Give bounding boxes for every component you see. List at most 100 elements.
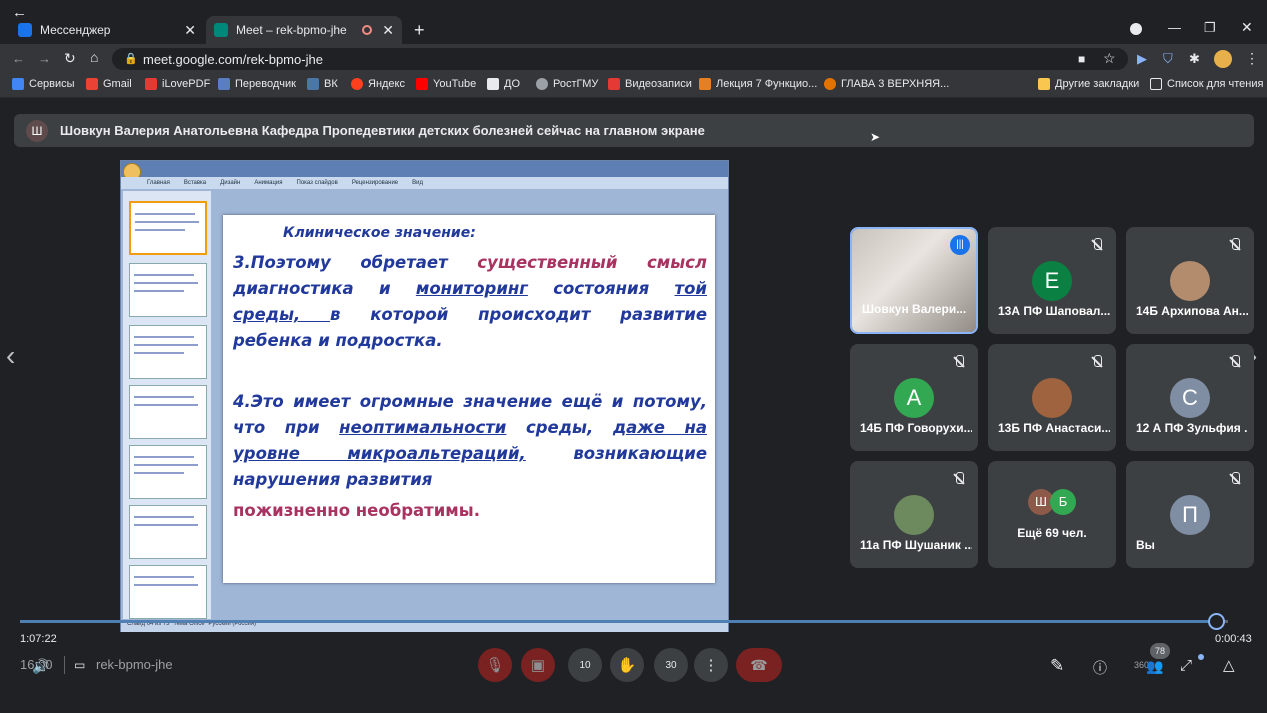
tab-meet[interactable]: Meet – rek-bpmo-jhe ✕	[206, 16, 402, 44]
bookmark-do[interactable]: ДО	[487, 78, 520, 90]
profile-menu-icon[interactable]	[1130, 23, 1142, 35]
participant-avatar: Е	[1032, 261, 1072, 301]
time-remaining: 0:00:43	[1215, 633, 1252, 645]
bookmark-ilovepdf[interactable]: iLovePDF	[145, 78, 210, 90]
participant-tile[interactable]: С 12 А ПФ Зульфия ...	[1126, 344, 1254, 451]
ppt-ribbon: Главная Вставка Дизайн Анимация Показ сл…	[121, 177, 728, 189]
folder-icon	[1038, 78, 1050, 90]
doc-icon	[699, 78, 711, 90]
globe-icon	[536, 78, 548, 90]
raise-hand-button[interactable]: ✋	[610, 648, 644, 682]
more-options-button[interactable]: ⋮	[694, 648, 728, 682]
cross-icon	[824, 78, 836, 90]
notification-dot	[1198, 654, 1204, 660]
close-icon[interactable]: ✕	[184, 22, 196, 39]
extension-play-icon[interactable]: ▶	[1137, 51, 1147, 67]
participant-name: 14Б Архипова Ан...	[1136, 304, 1248, 318]
volume-icon[interactable]: 🔊	[32, 658, 49, 675]
messenger-icon	[18, 23, 32, 37]
yandex-icon	[351, 78, 363, 90]
time-elapsed: 1:07:22	[20, 633, 57, 645]
seek-handle[interactable]	[1208, 613, 1225, 630]
bookmark-yandex[interactable]: Яндекс	[351, 78, 405, 90]
reload-icon[interactable]: ↻	[64, 50, 76, 67]
maximize-icon[interactable]: ❐	[1204, 20, 1216, 36]
slide-content: Клиническое значение: 3.Поэтому обретает…	[223, 215, 715, 583]
speaking-icon: |||	[950, 235, 970, 255]
forward-icon: 30	[665, 659, 677, 671]
end-call-button[interactable]: ☎	[736, 648, 782, 682]
seek-progress	[20, 620, 1216, 623]
camera-icon[interactable]: ■	[1078, 52, 1085, 66]
fullscreen-icon[interactable]: ⤢	[1180, 657, 1192, 674]
forward-icon[interactable]: →	[38, 51, 51, 66]
mic-off-icon	[1226, 353, 1244, 371]
people-icon[interactable]: 👥	[1146, 658, 1163, 675]
bookmark-translator[interactable]: Переводчик	[218, 78, 296, 90]
participant-tile[interactable]: Е 13А ПФ Шаповал...	[988, 227, 1116, 334]
activities-icon[interactable]: △	[1223, 656, 1235, 674]
bookmark-rostgmu[interactable]: РостГМУ	[536, 78, 598, 90]
divider	[64, 656, 65, 674]
participant-name: 13А ПФ Шаповал...	[998, 304, 1110, 318]
self-tile[interactable]: П Вы	[1126, 461, 1254, 568]
bookmark-other[interactable]: Другие закладки	[1038, 78, 1139, 90]
more-participants-label: Ещё 69 чел.	[1017, 526, 1087, 540]
more-participants-tile[interactable]: Ш Б Ещё 69 чел.	[988, 461, 1116, 568]
bookmark-videos[interactable]: Видеозаписи	[608, 78, 692, 90]
check-icon	[487, 78, 499, 90]
phone-icon: ☎	[750, 656, 768, 673]
lock-icon[interactable]: 🔒	[124, 52, 138, 65]
star-icon[interactable]: ☆	[1103, 50, 1116, 67]
reading-list[interactable]: Список для чтения	[1150, 78, 1263, 90]
new-tab-icon[interactable]: +	[414, 20, 425, 41]
close-window-icon[interactable]: ✕	[1241, 19, 1253, 36]
prev-arrow-icon[interactable]: ‹	[6, 340, 15, 372]
bookmark-vk[interactable]: ВК	[307, 78, 338, 90]
thumbnail	[129, 385, 207, 439]
participant-tile[interactable]: 13Б ПФ Анастаси...	[988, 344, 1116, 451]
forward-button[interactable]: 30	[654, 648, 688, 682]
bookmark-apps[interactable]: Сервисы	[12, 78, 75, 90]
vk-icon	[307, 78, 319, 90]
camera-toggle-button[interactable]: ▣	[521, 648, 555, 682]
bookmark-chapter[interactable]: ГЛАВА 3 ВЕРХНЯЯ...	[824, 78, 949, 90]
slide-heading: Клиническое значение:	[283, 225, 476, 241]
minimize-icon[interactable]: —	[1168, 20, 1181, 35]
captions-icon[interactable]: ▭	[74, 658, 85, 672]
participant-avatar	[1032, 378, 1072, 418]
pencil-icon[interactable]: ✎	[1050, 656, 1064, 676]
participant-tile[interactable]: ||| Шовкун Валери...	[850, 227, 978, 334]
participant-tile[interactable]: 11а ПФ Шушаник ...	[850, 461, 978, 568]
extensions-icon[interactable]: ✱	[1189, 51, 1200, 67]
mic-toggle-button[interactable]: 🎙	[478, 648, 512, 682]
participant-tile[interactable]: А 14Б ПФ Говорухи...	[850, 344, 978, 451]
mic-off-icon	[1226, 470, 1244, 488]
video-icon	[608, 78, 620, 90]
bookmark-youtube[interactable]: YouTube	[416, 78, 476, 90]
thumbnail	[129, 325, 207, 379]
extension-shield-icon[interactable]: ⛉	[1163, 51, 1173, 67]
back-icon[interactable]: ←	[12, 51, 25, 66]
mic-off-icon	[1088, 353, 1106, 371]
bookmark-gmail[interactable]: Gmail	[86, 78, 132, 90]
meeting-code: rek-bpmo-jhe	[96, 657, 173, 672]
reading-list-icon	[1150, 78, 1162, 90]
url-text[interactable]: meet.google.com/rek-bpmo-jhe	[143, 52, 323, 67]
avatar[interactable]	[1214, 50, 1232, 68]
menu-icon[interactable]: ⋮	[1245, 50, 1259, 67]
info-icon[interactable]: ⓘ	[1093, 658, 1107, 678]
rewind-button[interactable]: 10	[568, 648, 602, 682]
thumbnail	[129, 263, 207, 317]
thumbnail	[129, 565, 207, 619]
bookmark-lecture[interactable]: Лекция 7 Функцио...	[699, 78, 817, 90]
participant-avatar: Б	[1050, 489, 1076, 515]
presenting-text: Шовкун Валерия Анатольевна Кафедра Пропе…	[60, 123, 705, 138]
tab-messenger[interactable]: Мессенджер ✕	[10, 16, 204, 44]
close-icon[interactable]: ✕	[382, 22, 394, 39]
participant-tile[interactable]: 14Б Архипова Ан...	[1126, 227, 1254, 334]
mic-off-icon	[950, 470, 968, 488]
participant-name: 11а ПФ Шушаник ...	[860, 538, 972, 552]
home-icon[interactable]: ⌂	[90, 49, 98, 65]
thumbnail	[129, 505, 207, 559]
